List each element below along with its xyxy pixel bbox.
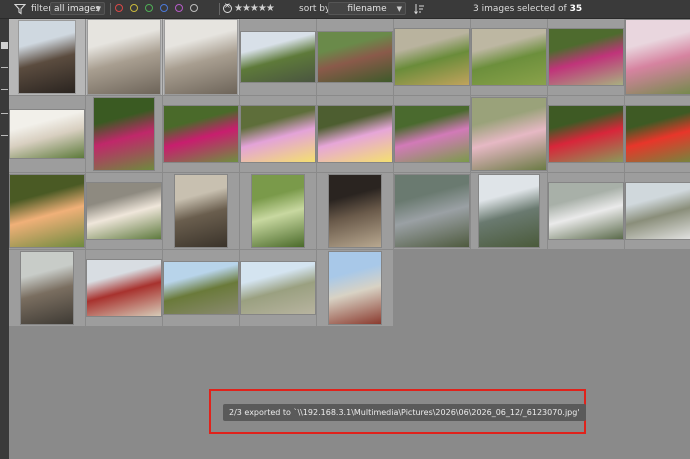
filter-funnel-icon[interactable] bbox=[14, 3, 26, 15]
thumbnail-image bbox=[318, 32, 392, 82]
thumbnail-image bbox=[10, 175, 84, 247]
thumbnail-image bbox=[10, 110, 84, 158]
thumbnail-cell[interactable] bbox=[471, 96, 547, 172]
filter-dropdown[interactable]: all images ▼ bbox=[50, 2, 105, 15]
thumbnail-image bbox=[88, 20, 160, 94]
color-label-purple-icon[interactable] bbox=[175, 4, 183, 12]
thumbnail-cell[interactable] bbox=[625, 96, 690, 172]
thumbnail-image bbox=[252, 175, 304, 247]
toolbar-divider bbox=[110, 3, 111, 15]
panel-handle-icon[interactable] bbox=[1, 135, 8, 136]
thumbnail-image bbox=[241, 106, 315, 162]
thumbnail-image bbox=[241, 262, 315, 314]
thumbnail-image bbox=[549, 29, 623, 85]
thumbnail-image bbox=[549, 106, 623, 162]
thumbnail-image bbox=[626, 183, 690, 239]
thumbnail-cell[interactable] bbox=[548, 173, 624, 249]
thumbnail-cell[interactable] bbox=[394, 19, 470, 95]
thumbnail-cell[interactable] bbox=[9, 173, 85, 249]
thumbnail-image bbox=[318, 106, 392, 162]
thumbnail-image bbox=[549, 183, 623, 239]
color-label-green-icon[interactable] bbox=[145, 4, 153, 12]
toolbar-divider bbox=[219, 3, 220, 15]
panel-handle-icon[interactable] bbox=[1, 113, 8, 114]
thumbnail-image bbox=[626, 20, 690, 94]
thumbnail-image bbox=[241, 32, 315, 82]
thumbnail-cell[interactable] bbox=[9, 250, 85, 326]
thumbnail-cell[interactable] bbox=[86, 250, 162, 326]
thumbnail-cell[interactable] bbox=[240, 173, 316, 249]
thumbnail-image bbox=[472, 29, 546, 85]
thumbnail-cell[interactable] bbox=[625, 173, 690, 249]
thumbnail-image bbox=[395, 106, 469, 162]
thumbnail-cell[interactable] bbox=[240, 96, 316, 172]
thumbnail-cell[interactable] bbox=[9, 19, 85, 95]
thumbnail-cell[interactable] bbox=[317, 173, 393, 249]
thumbnail-image bbox=[19, 21, 75, 93]
filter-dropdown-value: all images bbox=[54, 4, 101, 14]
thumbnail-cell[interactable] bbox=[471, 19, 547, 95]
selection-count: 3 images selected of 35 bbox=[473, 0, 582, 18]
thumbnail-cell[interactable] bbox=[548, 96, 624, 172]
color-label-blue-icon[interactable] bbox=[160, 4, 168, 12]
thumbnail-image bbox=[175, 175, 227, 247]
reject-filter-icon[interactable] bbox=[223, 1, 232, 13]
thumbnail-cell[interactable] bbox=[548, 19, 624, 95]
thumbnail-cell[interactable] bbox=[163, 173, 239, 249]
sort-direction-icon[interactable] bbox=[414, 3, 425, 15]
thumbnail-cell[interactable] bbox=[9, 96, 85, 172]
color-label-yellow-icon[interactable] bbox=[130, 4, 138, 12]
panel-handle-icon[interactable] bbox=[1, 67, 8, 68]
thumbnail-image bbox=[164, 262, 238, 314]
thumbnail-image bbox=[87, 260, 161, 316]
thumbnail-cell[interactable] bbox=[317, 19, 393, 95]
chevron-down-icon: ▼ bbox=[95, 5, 101, 13]
panel-toggle-icon[interactable] bbox=[1, 42, 8, 49]
thumbnail-image bbox=[165, 20, 237, 94]
top-toolbar: filter all images ▼ ★★★★★ sort by filena… bbox=[0, 0, 690, 19]
thumbnail-image bbox=[87, 183, 161, 239]
thumbnail-image bbox=[626, 106, 690, 162]
panel-handle-icon[interactable] bbox=[1, 89, 8, 90]
thumbnail-cell[interactable] bbox=[86, 173, 162, 249]
chevron-down-icon: ▼ bbox=[396, 5, 402, 13]
export-toast-message: 2/3 exported to `\\192.168.3.1\Multimedi… bbox=[223, 404, 586, 421]
sort-dropdown-value: filename bbox=[347, 4, 387, 14]
thumbnail-image bbox=[395, 29, 469, 85]
color-label-gray-icon[interactable] bbox=[190, 4, 198, 12]
filter-label: filter bbox=[31, 4, 52, 14]
sort-dropdown[interactable]: filename ▼ bbox=[328, 2, 406, 15]
thumbnail-image bbox=[94, 98, 154, 170]
thumbnail-cell[interactable] bbox=[317, 250, 393, 326]
thumbnail-image bbox=[21, 252, 73, 324]
thumbnail-cell[interactable] bbox=[86, 19, 162, 95]
thumbnail-image bbox=[479, 175, 539, 247]
thumbnail-cell[interactable] bbox=[394, 96, 470, 172]
left-side-panel bbox=[0, 19, 9, 459]
thumbnail-image bbox=[329, 175, 381, 247]
thumbnail-image bbox=[395, 175, 469, 247]
rating-filter-stars[interactable]: ★★★★★ bbox=[234, 0, 275, 18]
color-label-red-icon[interactable] bbox=[115, 4, 123, 12]
thumbnail-cell[interactable] bbox=[471, 173, 547, 249]
thumbnail-cell[interactable] bbox=[394, 173, 470, 249]
thumbnail-cell[interactable] bbox=[240, 250, 316, 326]
thumbnail-cell[interactable] bbox=[163, 250, 239, 326]
selection-count-prefix: 3 images selected of bbox=[473, 4, 567, 14]
thumbnail-image bbox=[329, 252, 381, 324]
thumbnail-cell[interactable] bbox=[317, 96, 393, 172]
thumbnail-image bbox=[164, 106, 238, 162]
selection-total: 35 bbox=[569, 4, 583, 14]
thumbnail-image bbox=[472, 98, 546, 170]
thumbnail-cell[interactable] bbox=[625, 19, 690, 95]
thumbnail-cell[interactable] bbox=[163, 19, 239, 95]
thumbnail-cell[interactable] bbox=[163, 96, 239, 172]
sort-by-label: sort by bbox=[299, 4, 331, 14]
thumbnail-cell[interactable] bbox=[86, 96, 162, 172]
thumbnail-cell[interactable] bbox=[240, 19, 316, 95]
